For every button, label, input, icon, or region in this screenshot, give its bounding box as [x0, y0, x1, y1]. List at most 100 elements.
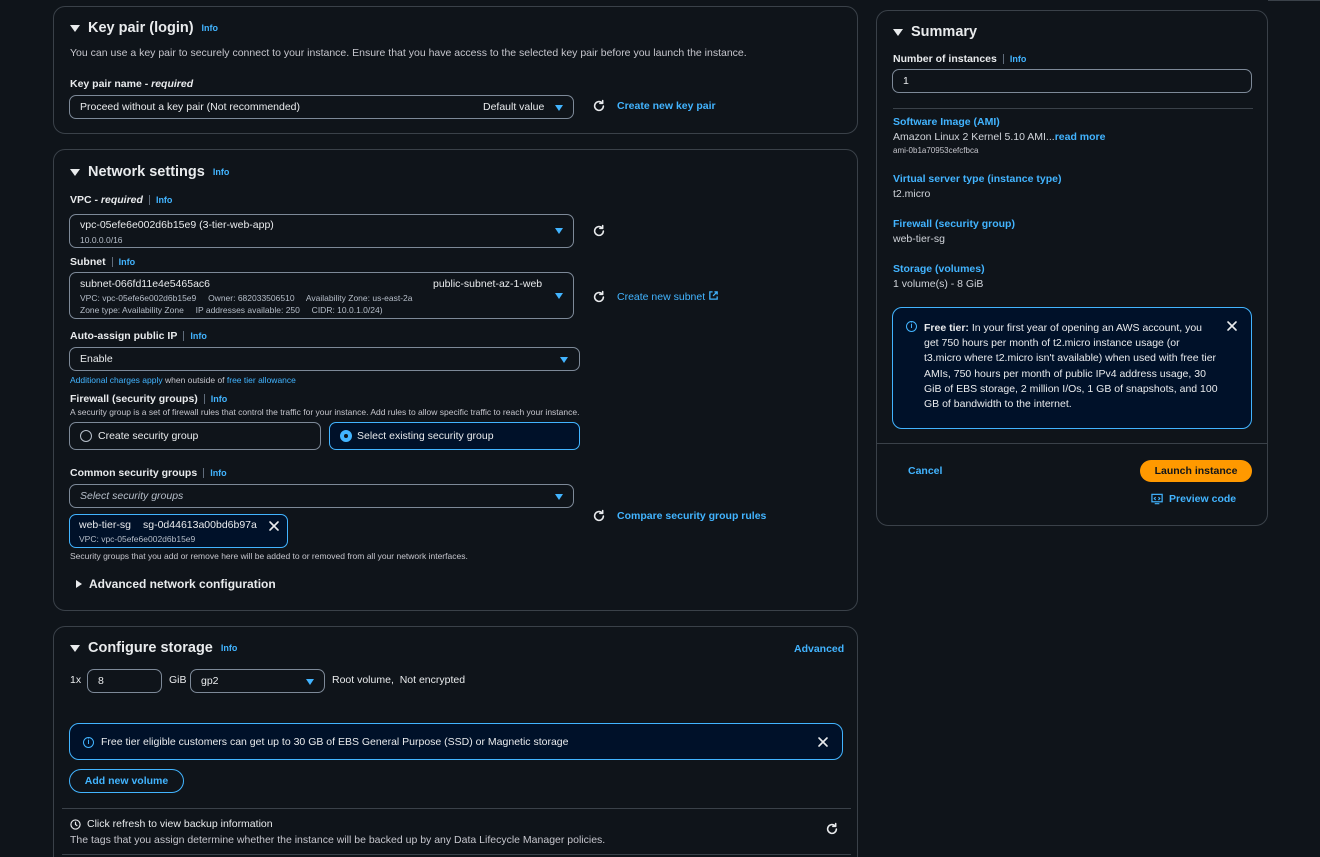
storage-advanced-link[interactable]: Advanced: [794, 643, 844, 655]
preview-code-link[interactable]: Preview code: [1151, 493, 1236, 505]
caret-down-icon: [893, 28, 903, 36]
select-existing-security-group-option[interactable]: Select existing security group: [329, 422, 580, 450]
token-id: sg-0d44613a00bd6b97a: [143, 519, 257, 531]
firewall-label: Firewall (security groups) Info: [70, 393, 228, 405]
key-pair-info-link[interactable]: Info: [202, 23, 219, 33]
external-link-icon: [709, 291, 718, 300]
summary-header[interactable]: Summary: [893, 24, 977, 40]
firewall-summary-label[interactable]: Firewall (security group): [893, 218, 1015, 230]
key-pair-header[interactable]: Key pair (login) Info: [70, 20, 218, 36]
volume-type-select[interactable]: gp2: [190, 669, 325, 693]
summary-panel: Summary Number of instances Info 1 Softw…: [876, 10, 1268, 526]
network-settings-panel: Network settings Info VPC - required Inf…: [53, 149, 858, 611]
create-key-pair-link[interactable]: Create new key pair: [617, 100, 716, 112]
chevron-down-icon: [560, 357, 568, 363]
volume-size-input[interactable]: 8: [87, 669, 162, 693]
common-sg-info-link[interactable]: Info: [210, 468, 227, 478]
common-security-groups-label: Common security groups Info: [70, 467, 227, 479]
auto-assign-info-link[interactable]: Info: [190, 331, 207, 341]
free-tier-alert: i Free tier: In your first year of openi…: [892, 307, 1252, 429]
instance-type-value: t2.micro: [893, 188, 931, 200]
read-more-link[interactable]: read more: [1055, 131, 1106, 143]
chevron-down-icon: [555, 293, 563, 299]
vpc-info-link[interactable]: Info: [156, 195, 173, 205]
refresh-icon[interactable]: [592, 290, 606, 304]
caret-down-icon: [70, 168, 80, 176]
close-icon[interactable]: [1226, 320, 1238, 332]
subnet-info-link[interactable]: Info: [119, 257, 136, 267]
storage-free-tier-alert: i Free tier eligible customers can get u…: [69, 723, 843, 760]
backup-description: The tags that you assign determine wheth…: [70, 834, 606, 846]
volume-count: 1x: [70, 674, 82, 686]
key-pair-select[interactable]: Proceed without a key pair (Not recommen…: [69, 95, 574, 119]
chevron-down-icon: [306, 679, 314, 685]
instances-info-link[interactable]: Info: [1010, 54, 1027, 64]
vpc-value: vpc-05efe6e002d6b15e9 (3-tier-web-app): [80, 219, 274, 231]
chevron-down-icon: [555, 494, 563, 500]
cancel-button[interactable]: Cancel: [908, 465, 942, 477]
code-preview-icon: [1151, 493, 1163, 505]
token-name: web-tier-sg: [79, 519, 131, 531]
ami-label[interactable]: Software Image (AMI): [893, 116, 1000, 128]
info-icon: i: [906, 321, 917, 332]
refresh-icon[interactable]: [592, 224, 606, 238]
refresh-icon[interactable]: [825, 822, 839, 836]
launch-instance-button[interactable]: Launch instance: [1140, 460, 1252, 482]
security-groups-note: Security groups that you add or remove h…: [70, 551, 468, 561]
firewall-summary-value: web-tier-sg: [893, 233, 945, 245]
radio-selected-icon: [340, 430, 352, 442]
volume-unit: GiB: [169, 674, 187, 686]
additional-charges-link[interactable]: Additional charges apply: [70, 375, 163, 385]
network-settings-header[interactable]: Network settings Info: [70, 164, 229, 180]
caret-right-icon: [76, 580, 82, 588]
chevron-down-icon: [555, 105, 563, 111]
create-security-group-option[interactable]: Create security group: [69, 422, 321, 450]
configure-storage-header[interactable]: Configure storage Info: [70, 640, 237, 656]
caret-down-icon: [70, 24, 80, 32]
token-vpc: VPC: vpc-05efe6e002d6b15e9: [79, 534, 196, 544]
instance-type-label[interactable]: Virtual server type (instance type): [893, 173, 1061, 185]
add-new-volume-button[interactable]: Add new volume: [69, 769, 184, 793]
key-pair-description: You can use a key pair to securely conne…: [70, 47, 747, 59]
close-icon[interactable]: [268, 520, 280, 532]
auto-assign-value: Enable: [80, 353, 113, 365]
ami-id: ami-0b1a70953cefcfbca: [893, 146, 979, 155]
network-settings-title: Network settings: [88, 164, 205, 180]
radio-icon: [80, 430, 92, 442]
advanced-network-configuration-toggle[interactable]: Advanced network configuration: [76, 577, 276, 591]
summary-footer-divider: [877, 443, 1267, 444]
caret-down-icon: [70, 644, 80, 652]
configure-storage-title: Configure storage: [88, 640, 213, 656]
network-info-link[interactable]: Info: [213, 167, 230, 177]
key-pair-panel: Key pair (login) Info You can use a key …: [53, 6, 858, 134]
security-groups-select[interactable]: Select security groups: [69, 484, 574, 508]
top-divider: [1268, 0, 1320, 1]
free-tier-allowance-link[interactable]: free tier allowance: [227, 375, 296, 385]
compare-security-group-rules-link[interactable]: Compare security group rules: [617, 510, 766, 522]
key-pair-selected-value: Proceed without a key pair (Not recommen…: [80, 101, 301, 113]
subnet-details-line2: Zone type: Availability Zone IP addresse…: [80, 305, 383, 315]
vpc-cidr: 10.0.0.0/16: [80, 235, 123, 245]
refresh-icon[interactable]: [592, 509, 606, 523]
subnet-id: subnet-066fd11e4e5465ac6: [80, 278, 211, 290]
vpc-label: VPC - required Info: [70, 194, 173, 206]
vpc-select[interactable]: vpc-05efe6e002d6b15e9 (3-tier-web-app) 1…: [69, 214, 574, 248]
subnet-name: public-subnet-az-1-web: [433, 278, 543, 290]
refresh-icon[interactable]: [592, 99, 606, 113]
key-pair-name-label: Key pair name - required: [70, 78, 194, 90]
storage-info-link[interactable]: Info: [221, 643, 238, 653]
storage-summary-label[interactable]: Storage (volumes): [893, 263, 985, 275]
clock-icon: [70, 818, 81, 830]
firewall-info-link[interactable]: Info: [211, 394, 228, 404]
free-tier-text: Free tier: In your first year of opening…: [924, 322, 1218, 411]
subnet-select[interactable]: subnet-066fd11e4e5465ac6 public-subnet-a…: [69, 272, 574, 319]
storage-alert-text: Free tier eligible customers can get up …: [101, 736, 569, 748]
summary-divider: [893, 108, 1253, 109]
auto-assign-select[interactable]: Enable: [69, 347, 580, 371]
close-icon[interactable]: [817, 736, 829, 748]
subnet-details-line1: VPC: vpc-05efe6e002d6b15e9 Owner: 682033…: [80, 293, 413, 303]
select-existing-security-group-label: Select existing security group: [357, 430, 494, 442]
create-subnet-link[interactable]: Create new subnet: [617, 290, 719, 303]
backup-info-row: Click refresh to view backup information: [70, 818, 273, 830]
number-of-instances-input[interactable]: 1: [892, 69, 1252, 93]
